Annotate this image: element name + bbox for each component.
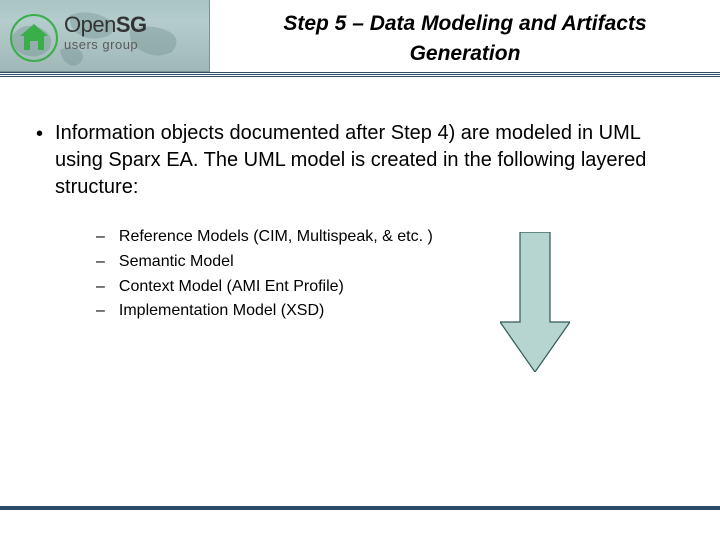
list-item: – Semantic Model: [96, 250, 690, 275]
sub-item-text: Implementation Model (XSD): [119, 299, 324, 324]
logo-block: OpenSG users group: [0, 0, 210, 72]
footer-divider: [0, 506, 720, 510]
sub-item-text: Context Model (AMI Ent Profile): [119, 275, 344, 300]
dash-icon: –: [96, 225, 105, 250]
slide-header: OpenSG users group Step 5 – Data Modelin…: [0, 0, 720, 90]
title-line-2: Generation: [225, 42, 705, 66]
house-icon: [10, 14, 58, 62]
logo-text: OpenSG users group: [64, 14, 147, 51]
slide-body: • Information objects documented after S…: [0, 120, 720, 324]
dash-icon: –: [96, 275, 105, 300]
main-bullet-text: Information objects documented after Ste…: [55, 120, 690, 201]
list-item: – Context Model (AMI Ent Profile): [96, 275, 690, 300]
bullet-dot-icon: •: [36, 120, 43, 148]
dash-icon: –: [96, 299, 105, 324]
arrow-shape: [500, 232, 570, 372]
list-item: – Implementation Model (XSD): [96, 299, 690, 324]
down-arrow-icon: [500, 232, 570, 372]
sub-item-text: Semantic Model: [119, 250, 234, 275]
sub-bullet-list: – Reference Models (CIM, Multispeak, & e…: [96, 225, 690, 324]
header-divider: [0, 72, 720, 75]
logo-wordmark: OpenSG: [64, 14, 147, 36]
sub-item-text: Reference Models (CIM, Multispeak, & etc…: [119, 225, 433, 250]
list-item: – Reference Models (CIM, Multispeak, & e…: [96, 225, 690, 250]
main-bullet: • Information objects documented after S…: [30, 120, 690, 201]
slide-title: Step 5 – Data Modeling and Artifacts Gen…: [225, 12, 705, 66]
title-line-1: Step 5 – Data Modeling and Artifacts: [225, 12, 705, 36]
logo-subtitle: users group: [64, 38, 147, 51]
header-divider-thin: [0, 76, 720, 77]
dash-icon: –: [96, 250, 105, 275]
